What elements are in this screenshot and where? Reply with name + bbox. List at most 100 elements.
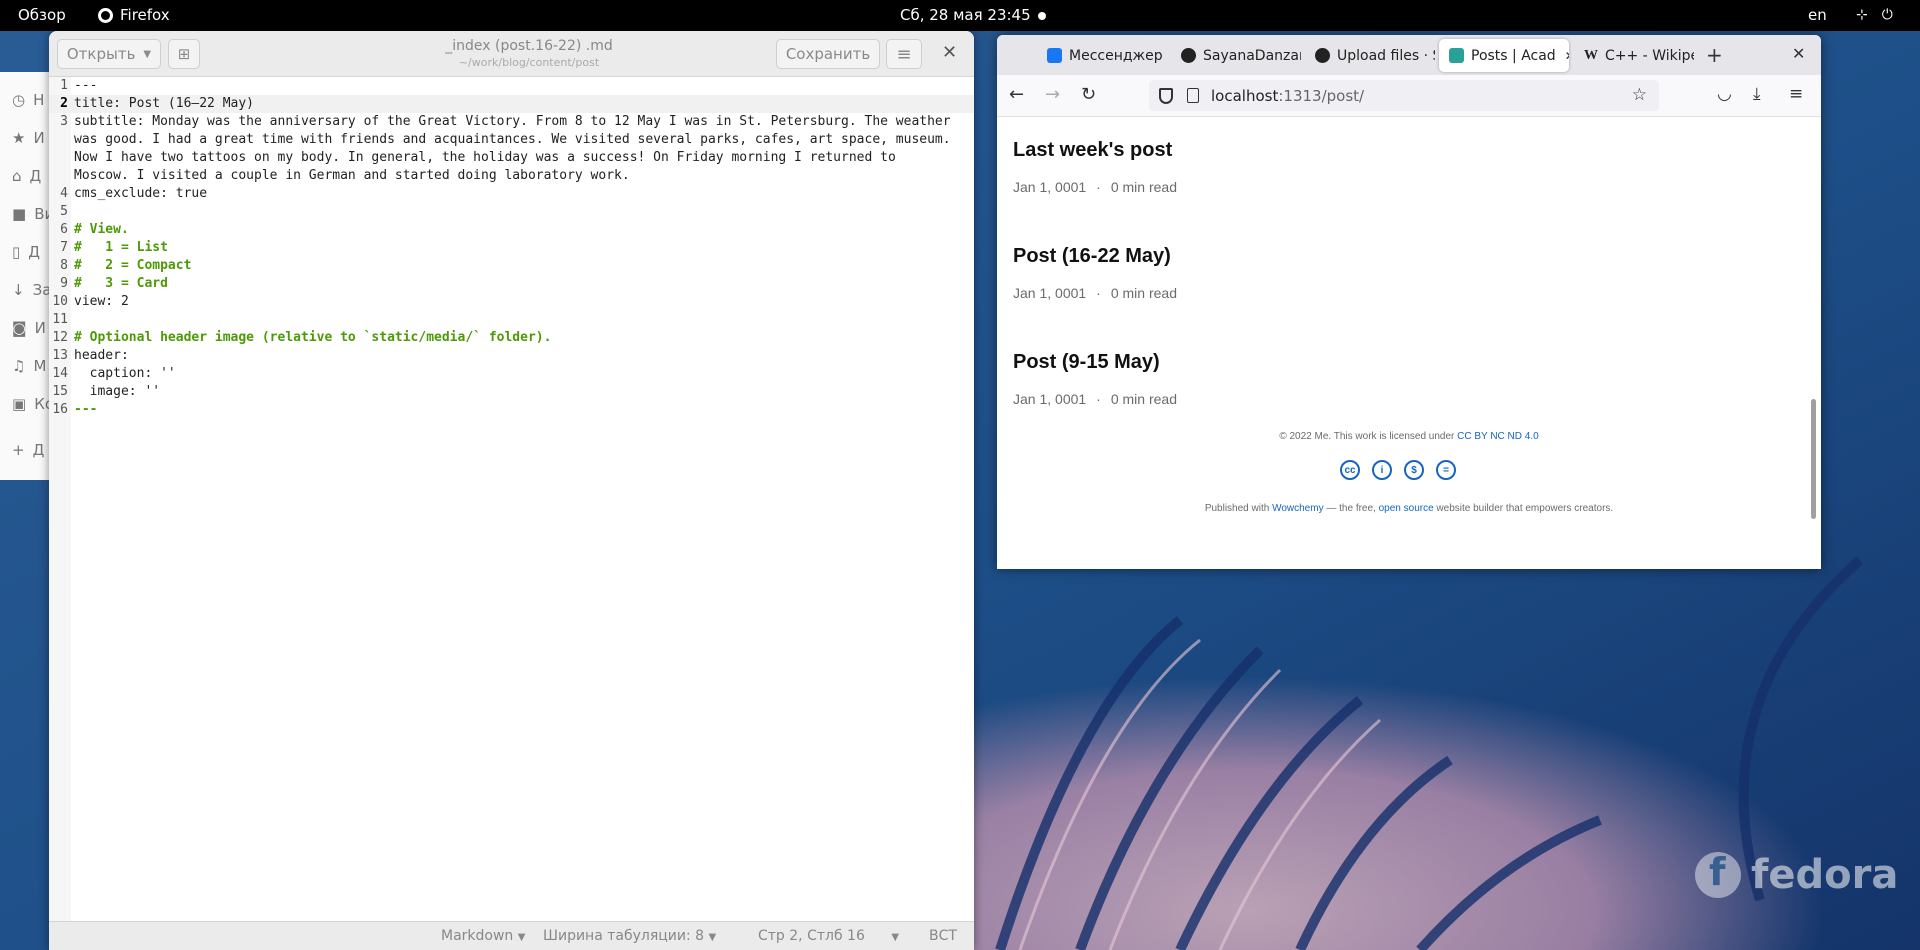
scrollbar[interactable] (1811, 399, 1816, 519)
url-host: localhost (1211, 86, 1279, 105)
page-content: Last week's post Jan 1, 0001 · 0 min read … (997, 117, 1821, 569)
sidebar-item[interactable]: ↓ За (12, 281, 51, 299)
code-line: 7 # 1 = List (60, 240, 168, 255)
tab-github-profile[interactable]: SayanaDanzar (1171, 39, 1301, 72)
cc-icon: cc (1340, 460, 1360, 480)
code-line: 1 --- (60, 78, 98, 93)
chevron-down-icon: ▼ (708, 932, 717, 943)
sidebar-item[interactable]: ▣ Ко (12, 395, 54, 413)
tab-messenger[interactable]: Мессенджер (1037, 39, 1167, 72)
code-line: 9 # 3 = Card (60, 276, 168, 291)
sidebar-item[interactable]: ▯ Д (12, 243, 40, 261)
editor-text-area[interactable]: 1 --- 2 title: Post (16–22 May) 3 subtitle:… (49, 77, 974, 921)
chevron-down-icon: ▼ (891, 932, 900, 943)
app-menu[interactable]: Firefox (98, 6, 170, 24)
footer-published: Published with Wowchemy — the free, open… (1204, 503, 1614, 514)
code-line: 10 view: 2 (52, 294, 129, 309)
post-item: Last week's post Jan 1, 0001 · 0 min read (1013, 139, 1177, 195)
trash-icon: ▣ (12, 395, 27, 413)
open-button[interactable]: Открыть ▼ (57, 39, 161, 69)
insert-mode-indicator[interactable]: ВСТ (929, 928, 957, 944)
window-close-icon[interactable]: ✕ (1792, 44, 1805, 63)
post-meta: Jan 1, 0001 · 0 min read (1013, 179, 1177, 195)
navigation-bar: ← → ↻ localhost :1313/post/ ☆ ◡ ⤓ ≡ (997, 75, 1821, 117)
license-link[interactable]: CC BY NC ND 4.0 (1457, 431, 1539, 442)
back-arrow-icon[interactable]: ← (1009, 84, 1024, 105)
downloads-icon[interactable]: ⤓ (1753, 84, 1761, 104)
noncommercial-icon: $ (1404, 460, 1424, 480)
post-title-link[interactable]: Post (9-15 May) (1013, 351, 1177, 374)
download-icon: ↓ (12, 281, 25, 299)
new-document-button[interactable]: ⊞ (168, 39, 200, 69)
post-title-link[interactable]: Last week's post (1013, 139, 1177, 162)
code-line: 8 # 2 = Compact (60, 258, 192, 273)
close-icon[interactable]: ✕ (942, 42, 957, 63)
document-path: ~/work/blog/content/post (458, 56, 600, 69)
text-editor-window: ‹ Открыть ▼ ⊞ _index (post.16-22) .md ~/… (49, 31, 974, 950)
messenger-icon (1047, 48, 1062, 63)
code-line: 6 # View. (60, 222, 129, 237)
bookmark-star-icon[interactable]: ☆ (1632, 85, 1647, 105)
activities-button[interactable]: Обзор (18, 6, 66, 24)
hamburger-menu-button[interactable]: ≡ (886, 39, 922, 69)
app-menu-icon[interactable]: ≡ (1789, 84, 1803, 104)
post-item: Post (9-15 May) Jan 1, 0001 · 0 min read (1013, 351, 1177, 407)
save-button[interactable]: Сохранить (776, 39, 880, 69)
cursor-position[interactable]: Стр 2, Стлб 16 ▼ (758, 928, 899, 944)
sidebar-item[interactable]: ■ Ви (12, 205, 54, 223)
sidebar-item[interactable]: ★ И (12, 129, 45, 147)
pocket-icon[interactable]: ◡ (1717, 84, 1732, 104)
menu-icon: ≡ (896, 43, 912, 65)
top-bar: Обзор Firefox Сб, 28 мая 23:45 en ⊹ ⏻ (0, 0, 1920, 31)
footer-copyright: © 2022 Me. This work is licensed under C… (1279, 431, 1539, 442)
sidebar-item[interactable]: ⌂ Д (12, 167, 41, 185)
code-line: 13 header: (52, 348, 129, 363)
editor-status-bar: Markdown ▼ Ширина табуляции: 8 ▼ Стр 2, … (49, 921, 974, 950)
network-icon: ⊹ (1856, 7, 1868, 23)
video-icon: ■ (12, 205, 27, 223)
code-line-current: 2 title: Post (16–22 May) (49, 95, 974, 113)
shield-icon (1159, 87, 1173, 104)
code-line: 16 --- (52, 402, 98, 417)
power-icon: ⏻ (1881, 7, 1893, 23)
tab-posts[interactable]: Posts | Acad ✕ (1439, 39, 1569, 72)
keyboard-layout-indicator[interactable]: en (1808, 6, 1827, 24)
sidebar-item[interactable]: + Д (12, 441, 44, 459)
fedora-icon (1695, 850, 1741, 898)
sidebar-item[interactable]: ◙ И (12, 319, 46, 337)
code-line: 15 image: '' (52, 384, 161, 399)
reload-icon[interactable]: ↻ (1081, 84, 1096, 105)
post-title-link[interactable]: Post (16-22 May) (1013, 245, 1177, 268)
new-tab-button[interactable]: + (1706, 43, 1723, 67)
home-icon: ⌂ (12, 167, 22, 185)
code-line-wrap: Now I have two tattoos on my body. In ge… (74, 150, 896, 165)
document-title: _index (post.16-22) .md (445, 38, 613, 54)
firefox-icon (98, 7, 113, 23)
page-info-icon[interactable] (1187, 88, 1199, 103)
code-line: 14 caption: '' (52, 366, 176, 381)
url-path: :1313/post/ (1278, 86, 1365, 105)
tab-github-upload[interactable]: Upload files · S (1305, 39, 1435, 72)
noderivatives-icon: = (1436, 460, 1456, 480)
fedora-logo: fedora (1695, 850, 1898, 898)
document-icon: ▯ (12, 243, 21, 261)
music-icon: ♫ (12, 357, 26, 375)
forward-arrow-icon[interactable]: → (1045, 84, 1060, 105)
sidebar-item[interactable]: ◷ Н (12, 91, 44, 109)
language-selector[interactable]: Markdown ▼ (441, 928, 525, 944)
tab-strip: Мессенджер SayanaDanzar Upload files · S… (997, 35, 1821, 75)
tab-wikipedia[interactable]: W C++ - Wikiped (1574, 39, 1694, 72)
github-icon (1181, 48, 1196, 63)
close-tab-icon[interactable]: ✕ (1565, 49, 1569, 63)
clock-icon: ◷ (12, 91, 26, 109)
open-source-link[interactable]: open source (1379, 503, 1434, 514)
clock[interactable]: Сб, 28 мая 23:45 (900, 6, 1031, 24)
firefox-window: Мессенджер SayanaDanzar Upload files · S… (997, 35, 1821, 569)
tab-width-selector[interactable]: Ширина табуляции: 8 ▼ (543, 928, 716, 944)
url-bar[interactable]: localhost :1313/post/ ☆ (1149, 80, 1659, 111)
code-line: 5 (60, 204, 68, 219)
system-tray[interactable]: ⊹ ⏻ (1856, 7, 1893, 23)
plus-icon: + (12, 441, 25, 459)
wowchemy-link[interactable]: Wowchemy (1272, 503, 1324, 514)
sidebar-item[interactable]: ♫ М (12, 357, 46, 375)
